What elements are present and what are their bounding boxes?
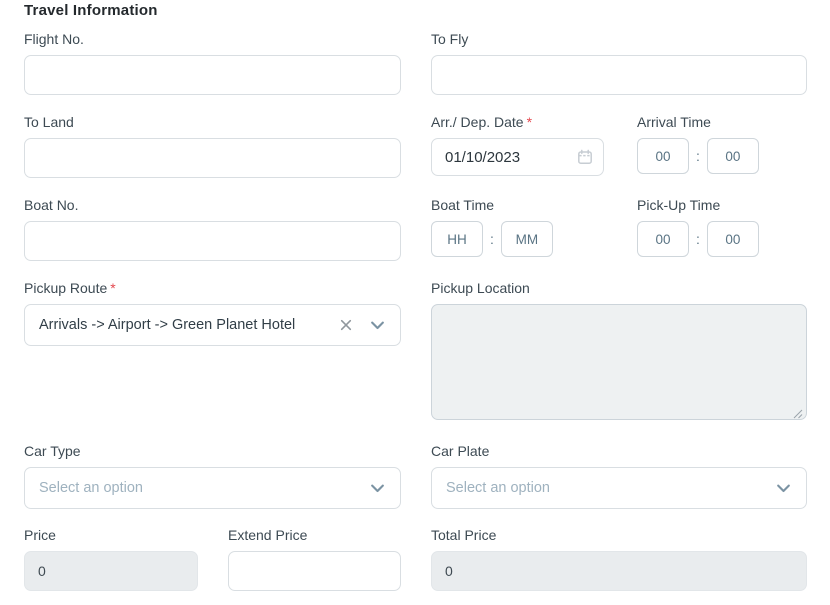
pickup-location-label: Pickup Location [431,280,807,297]
arr-dep-date-label: Arr./ Dep. Date* [431,114,604,131]
boat-time-minute-input[interactable] [501,221,553,257]
travel-information-form: Travel Information Flight No. To Fly To … [0,0,830,591]
time-separator: : [696,231,700,247]
boat-no-input[interactable] [24,221,401,261]
date-time-group: Arr./ Dep. Date* Arrival Time [431,114,807,178]
car-type-select[interactable]: Select an option [24,467,401,509]
arrival-time-label: Arrival Time [637,114,759,131]
price-input [24,551,198,591]
pickup-route-value: Arrivals -> Airport -> Green Planet Hote… [39,317,339,333]
form-row: Price Extend Price Total Price [24,527,807,591]
price-field: Price [24,527,198,591]
time-separator: : [696,148,700,164]
flight-no-input[interactable] [24,55,401,95]
arrival-time-field: Arrival Time : [637,114,759,178]
boat-no-label: Boat No. [24,197,401,214]
boat-time-label: Boat Time [431,197,604,214]
extend-price-label: Extend Price [228,527,401,544]
form-row: Pickup Route* Arrivals -> Airport -> Gre… [24,280,807,425]
form-row: Car Type Select an option Car Plate Sele… [24,443,807,509]
car-type-field: Car Type Select an option [24,443,401,509]
to-fly-field: To Fly [431,31,807,95]
arrival-time-minute-input[interactable] [707,138,759,174]
flight-no-label: Flight No. [24,31,401,48]
required-asterisk: * [527,114,532,130]
to-land-input[interactable] [24,138,401,178]
pickup-route-label: Pickup Route* [24,280,401,297]
section-title: Travel Information [24,2,807,20]
pickup-time-label: Pick-Up Time [637,197,759,214]
calendar-icon[interactable] [577,149,593,165]
price-label: Price [24,527,198,544]
extend-price-field: Extend Price [228,527,401,591]
chevron-down-icon[interactable] [369,317,386,334]
chevron-down-icon[interactable] [369,480,386,497]
to-land-field: To Land [24,114,401,178]
to-fly-label: To Fly [431,31,807,48]
pickup-time-minute-input[interactable] [707,221,759,257]
price-group: Price Extend Price [24,527,401,591]
arr-dep-date-field: Arr./ Dep. Date* [431,114,604,178]
arrival-time-hour-input[interactable] [637,138,689,174]
extend-price-input[interactable] [228,551,401,591]
to-land-label: To Land [24,114,401,131]
total-price-label: Total Price [431,527,807,544]
car-plate-placeholder: Select an option [446,480,775,496]
boat-pickup-time-group: Boat Time : Pick-Up Time : [431,197,807,261]
car-plate-select[interactable]: Select an option [431,467,807,509]
time-separator: : [490,231,494,247]
total-price-input [431,551,807,591]
pickup-route-select[interactable]: Arrivals -> Airport -> Green Planet Hote… [24,304,401,346]
boat-no-field: Boat No. [24,197,401,261]
flight-no-field: Flight No. [24,31,401,95]
boat-time-field: Boat Time : [431,197,604,261]
pickup-time-field: Pick-Up Time : [637,197,759,261]
pickup-location-textarea [431,304,807,420]
pickup-route-field: Pickup Route* Arrivals -> Airport -> Gre… [24,280,401,425]
form-row: To Land Arr./ Dep. Date* [24,114,807,178]
to-fly-input[interactable] [431,55,807,95]
form-row: Flight No. To Fly [24,31,807,95]
pickup-location-field: Pickup Location [431,280,807,425]
car-type-label: Car Type [24,443,401,460]
form-row: Boat No. Boat Time : Pick-Up Time : [24,197,807,261]
car-type-placeholder: Select an option [39,480,369,496]
boat-time-hour-input[interactable] [431,221,483,257]
total-price-field: Total Price [431,527,807,591]
resize-grip-icon[interactable] [793,409,803,419]
clear-icon[interactable] [339,318,353,332]
car-plate-label: Car Plate [431,443,807,460]
pickup-time-hour-input[interactable] [637,221,689,257]
car-plate-field: Car Plate Select an option [431,443,807,509]
required-asterisk: * [110,280,115,296]
chevron-down-icon[interactable] [775,480,792,497]
